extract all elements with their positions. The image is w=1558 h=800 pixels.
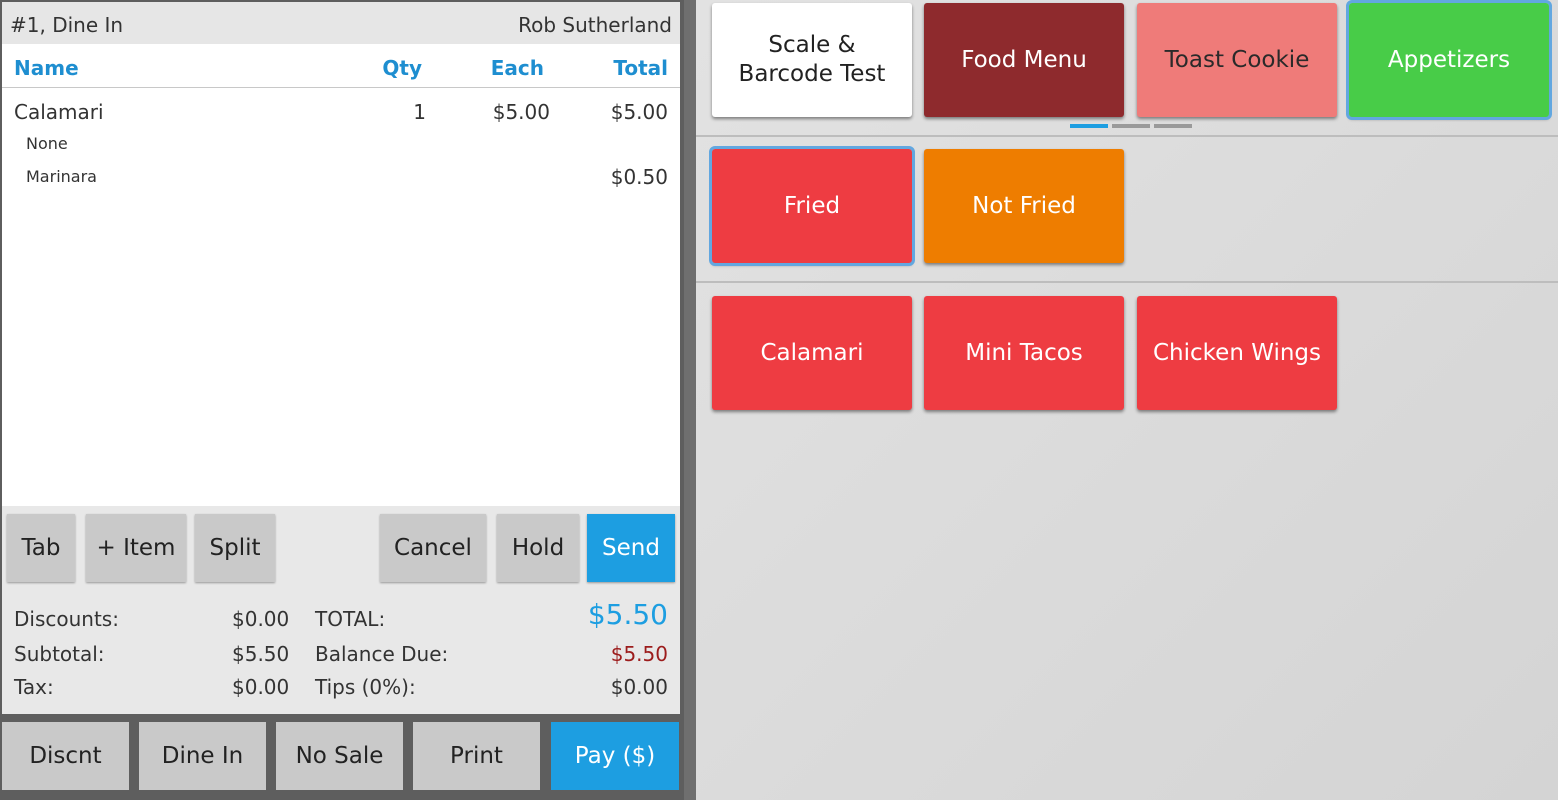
menu-panel: Scale & Barcode Test Food Menu Toast Coo… xyxy=(696,0,1558,800)
tips-value: $0.00 xyxy=(610,675,668,699)
total-value: $5.50 xyxy=(587,598,668,631)
dine-in-button[interactable]: Dine In xyxy=(139,722,266,790)
balance-due-value: $5.50 xyxy=(610,642,668,666)
page-indicator-dot-active xyxy=(1070,124,1108,128)
total-label: TOTAL: xyxy=(315,607,386,631)
tax-value: $0.00 xyxy=(232,675,290,699)
page-indicator-dot xyxy=(1112,124,1150,128)
cancel-button[interactable]: Cancel xyxy=(380,514,486,582)
category-scale-barcode-test[interactable]: Scale & Barcode Test xyxy=(712,3,912,117)
order-panel: #1, Dine In Rob Sutherland Name Qty Each… xyxy=(0,0,684,800)
server-name: Rob Sutherland xyxy=(518,13,672,37)
order-ticket: #1, Dine In Rob Sutherland Name Qty Each… xyxy=(2,2,680,506)
item-mini-tacos-button[interactable]: Mini Tacos xyxy=(924,296,1124,410)
item-chicken-wings-button[interactable]: Chicken Wings xyxy=(1137,296,1337,410)
column-name: Name xyxy=(14,56,79,80)
divider xyxy=(696,281,1558,283)
item-each-price: $5.00 xyxy=(492,100,550,124)
discounts-label: Discounts: xyxy=(14,607,119,631)
footer-action-bar: Discnt Dine In No Sale Print Pay ($) xyxy=(0,718,684,800)
split-button[interactable]: Split xyxy=(195,514,275,582)
modifier-name: None xyxy=(26,134,68,153)
discounts-value: $0.00 xyxy=(232,607,290,631)
order-line-item[interactable]: Calamari 1 $5.00 $5.00 xyxy=(2,100,680,126)
modifier-name: Marinara xyxy=(26,167,97,186)
order-modifier-line[interactable]: Marinara $0.50 xyxy=(2,165,680,191)
tax-label: Tax: xyxy=(14,675,54,699)
pay-button[interactable]: Pay ($) xyxy=(551,722,679,790)
order-columns-header: Name Qty Each Total xyxy=(2,44,680,88)
tips-label: Tips (0%): xyxy=(315,675,416,699)
send-button[interactable]: Send xyxy=(587,514,675,582)
print-button[interactable]: Print xyxy=(413,722,540,790)
category-toast-cookie[interactable]: Toast Cookie xyxy=(1137,3,1337,117)
order-modifier-line[interactable]: None xyxy=(2,134,680,156)
item-name: Calamari xyxy=(14,100,104,124)
subtotal-value: $5.50 xyxy=(232,642,290,666)
no-sale-button[interactable]: No Sale xyxy=(276,722,403,790)
modifier-total: $0.50 xyxy=(610,165,668,189)
item-total-price: $5.00 xyxy=(610,100,668,124)
item-qty: 1 xyxy=(413,100,426,124)
category-appetizers[interactable]: Appetizers xyxy=(1346,0,1552,120)
hold-button[interactable]: Hold xyxy=(497,514,579,582)
tab-button[interactable]: Tab xyxy=(7,514,75,582)
page-indicator-dot xyxy=(1154,124,1192,128)
item-calamari-button[interactable]: Calamari xyxy=(712,296,912,410)
order-header: #1, Dine In Rob Sutherland xyxy=(2,2,680,44)
column-qty: Qty xyxy=(382,56,422,80)
balance-due-label: Balance Due: xyxy=(315,642,449,666)
order-action-bar: Tab + Item Split Cancel Hold Send xyxy=(2,506,680,594)
column-total: Total xyxy=(613,56,668,80)
order-totals: Discounts: $0.00 Subtotal: $5.50 Tax: $0… xyxy=(2,594,680,714)
discount-button[interactable]: Discnt xyxy=(2,722,129,790)
order-number: #1, Dine In xyxy=(10,13,124,37)
subcategory-fried[interactable]: Fried xyxy=(709,146,915,266)
column-each: Each xyxy=(490,56,544,80)
add-item-button[interactable]: + Item xyxy=(86,514,186,582)
category-food-menu[interactable]: Food Menu xyxy=(924,3,1124,117)
subtotal-label: Subtotal: xyxy=(14,642,105,666)
subcategory-not-fried[interactable]: Not Fried xyxy=(924,149,1124,263)
divider xyxy=(696,135,1558,137)
